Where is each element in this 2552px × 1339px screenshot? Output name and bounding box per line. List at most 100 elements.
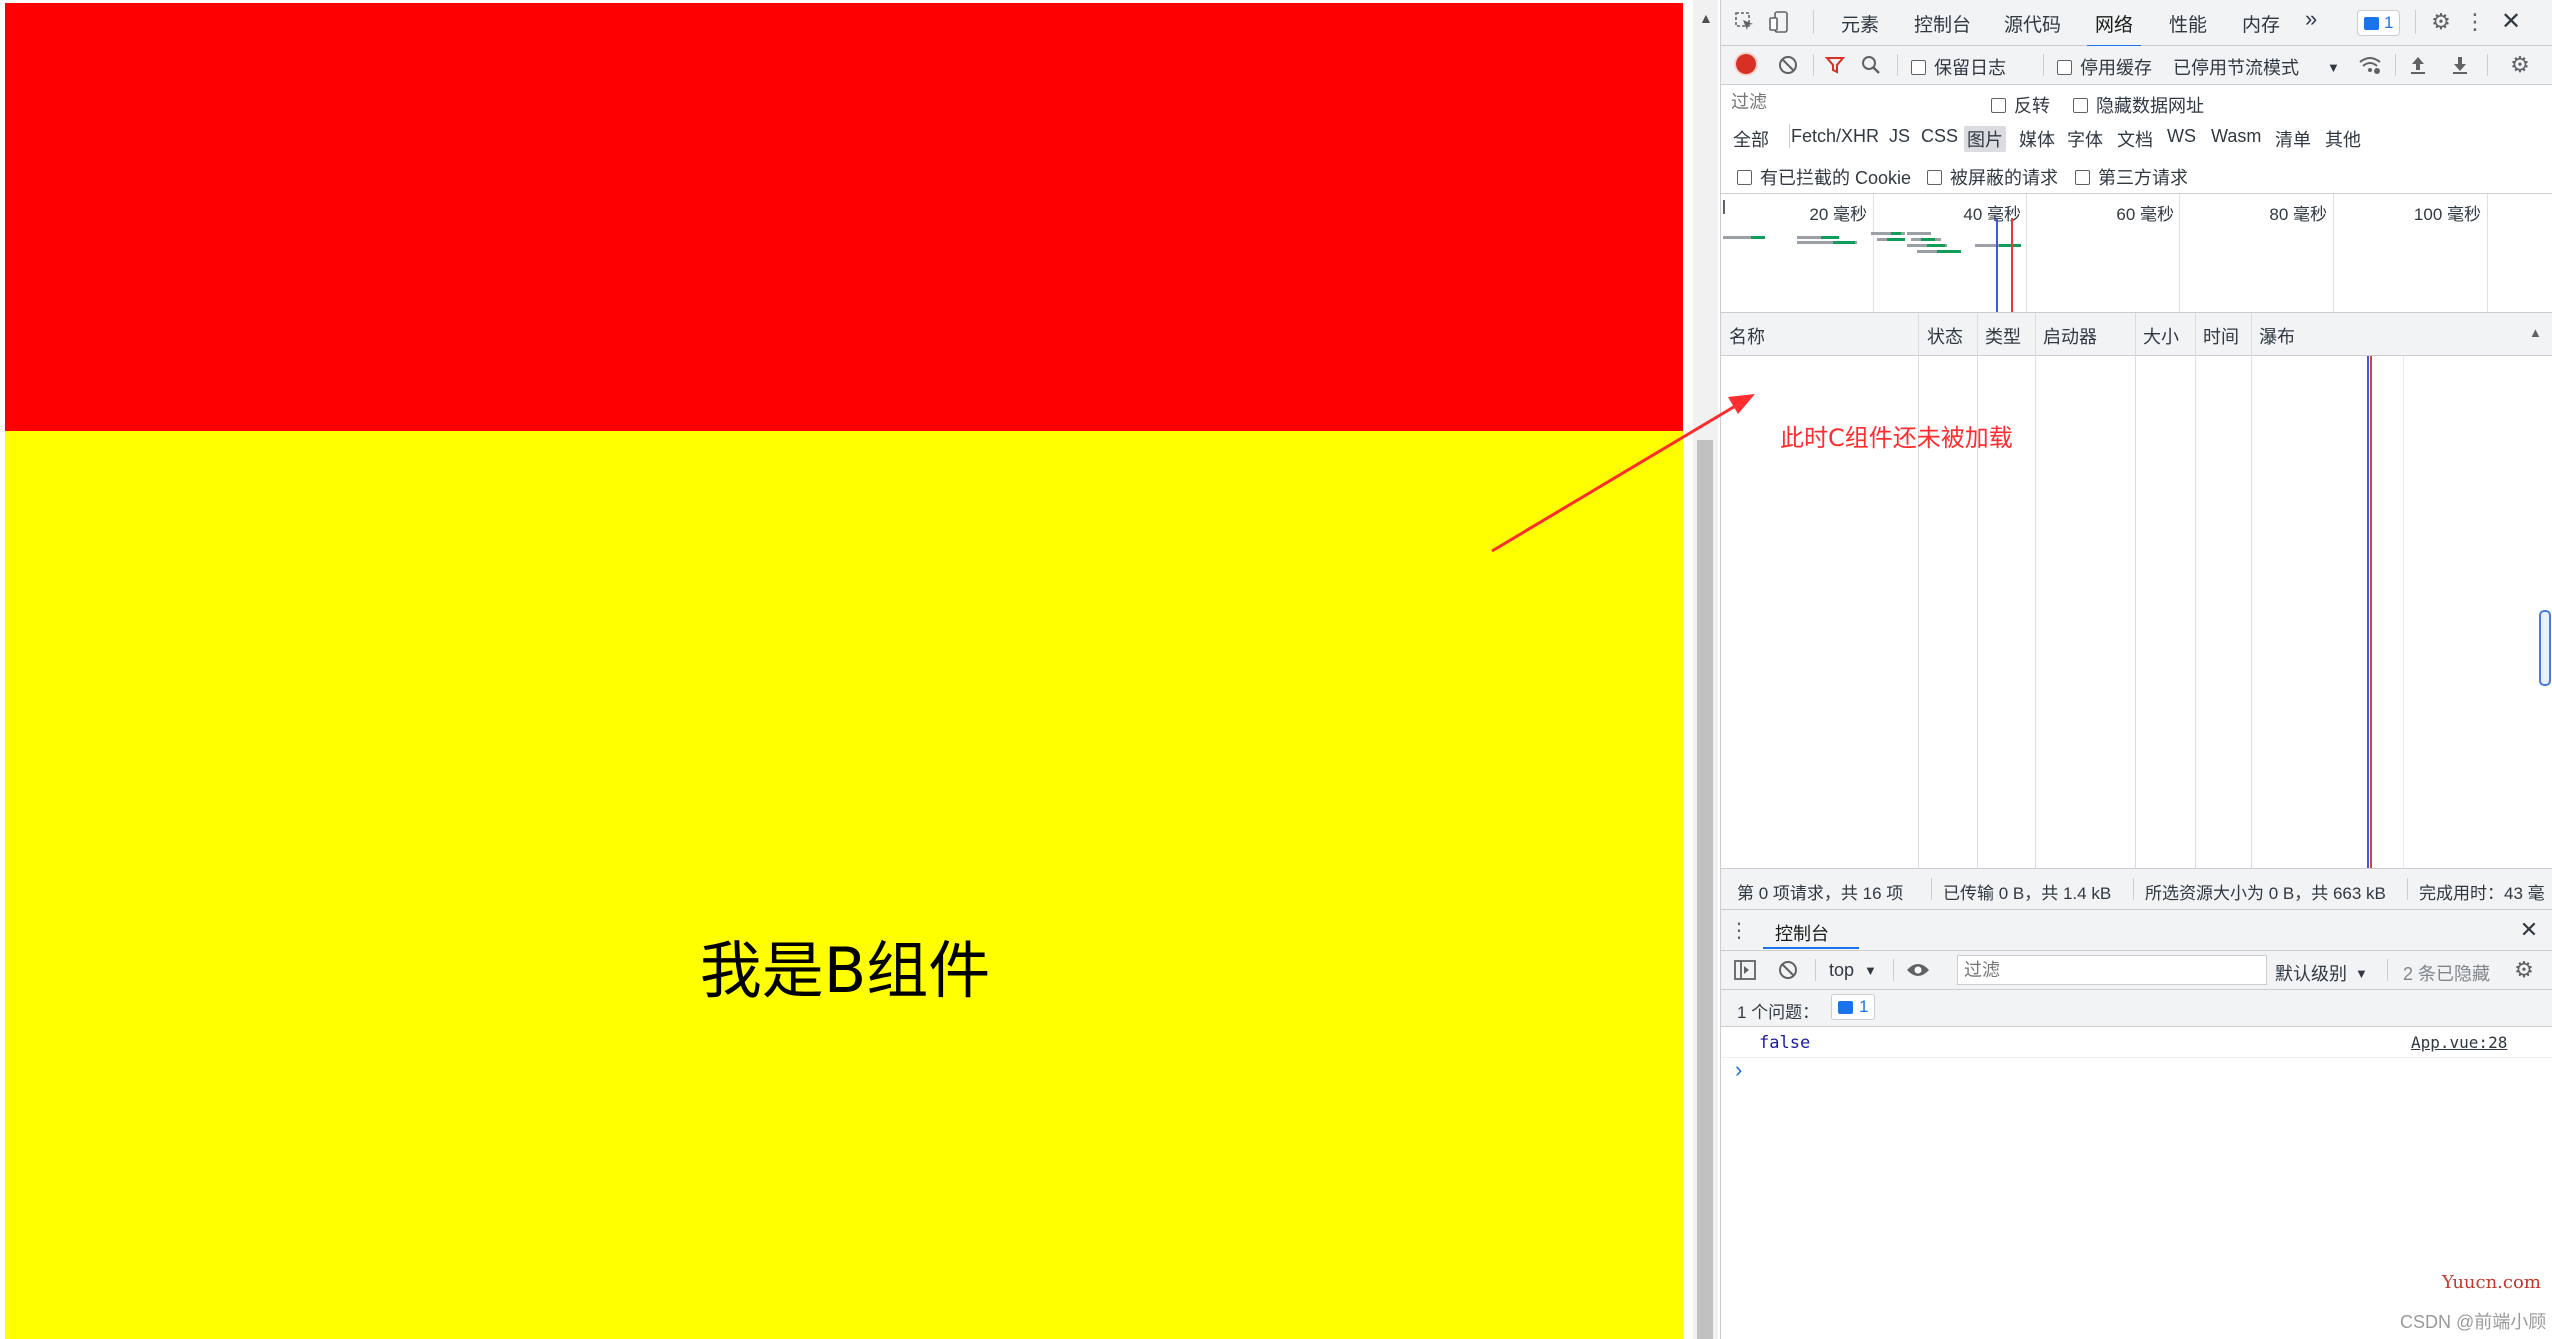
settings-gear-icon[interactable]: ⚙ — [2429, 9, 2453, 34]
console-prompt-chevron-icon[interactable]: › — [1735, 1057, 1742, 1083]
type-filter-manifest[interactable]: 清单 — [2275, 126, 2311, 152]
chevron-down-icon: ▼ — [2327, 59, 2340, 75]
console-log-value: false — [1759, 1033, 1811, 1053]
import-har-upload-icon[interactable] — [2407, 54, 2429, 76]
filter-funnel-icon[interactable] — [1823, 54, 1847, 76]
component-b-yellow-block — [5, 431, 1683, 1339]
tab-console[interactable]: 控制台 — [1914, 10, 1971, 37]
issue-message-icon — [1838, 1000, 1853, 1014]
log-level-label: 默认级别 — [2275, 964, 2347, 984]
more-tabs-icon[interactable]: » — [2305, 6, 2317, 32]
overview-request-bars — [1723, 200, 2021, 312]
log-level-select[interactable]: 默认级别 ▼ — [2275, 960, 2368, 986]
network-settings-gear-icon[interactable]: ⚙ — [2507, 52, 2533, 78]
tab-sources[interactable]: 源代码 — [2004, 10, 2061, 37]
issues-label: 1 个问题： — [1737, 1003, 1820, 1022]
issues-counter-button[interactable]: 1 — [2357, 10, 2401, 36]
type-filter-other[interactable]: 其他 — [2325, 126, 2361, 152]
column-time[interactable]: 时间 — [2203, 323, 2239, 349]
network-table-header: 名称 状态 类型 启动器 大小 时间 瀑布 ▲ — [1721, 313, 2552, 356]
clear-console-icon[interactable] — [1777, 959, 1799, 981]
type-filter-js[interactable]: JS — [1889, 126, 1910, 147]
tab-memory[interactable]: 内存 — [2242, 10, 2280, 37]
inspect-element-icon[interactable] — [1733, 10, 1757, 34]
issues-link-button[interactable]: 1 — [1831, 994, 1876, 1020]
execution-context-select[interactable]: top ▼ — [1829, 960, 1877, 981]
page-scrollbar[interactable]: ▲ — [1693, 0, 1718, 1339]
column-initiator[interactable]: 启动器 — [2043, 323, 2097, 349]
disable-cache-label: 停用缓存 — [2080, 58, 2152, 78]
third-party-checkbox[interactable]: 第三方请求 — [2075, 164, 2188, 190]
execution-context-label: top — [1829, 960, 1855, 980]
blocked-cookies-checkbox[interactable]: 有已拦截的 Cookie — [1737, 164, 1911, 190]
clear-log-icon[interactable] — [1777, 54, 1799, 76]
issues-link-count: 1 — [1859, 997, 1869, 1016]
tab-elements[interactable]: 元素 — [1841, 10, 1879, 37]
column-size[interactable]: 大小 — [2143, 323, 2179, 349]
type-filter-img[interactable]: 图片 — [1964, 126, 2006, 152]
type-filter-all[interactable]: 全部 — [1733, 126, 1769, 152]
column-name[interactable]: 名称 — [1729, 323, 1765, 349]
hide-data-urls-label: 隐藏数据网址 — [2096, 96, 2204, 116]
column-type[interactable]: 类型 — [1985, 323, 2021, 349]
network-filter-input[interactable] — [1725, 88, 1983, 116]
sort-ascending-icon[interactable]: ▲ — [2529, 325, 2542, 340]
network-overview-timeline[interactable]: 20 毫秒 40 毫秒 60 毫秒 80 毫秒 100 毫秒 — [1721, 194, 2552, 313]
type-filter-doc[interactable]: 文档 — [2117, 126, 2153, 152]
request-count: 第 0 项请求，共 16 项 — [1737, 884, 1904, 903]
type-filter-css[interactable]: CSS — [1921, 126, 1958, 147]
hidden-messages-count: 2 条已隐藏 — [2403, 964, 2491, 984]
throttling-select[interactable]: 已停用节流模式 ▼ — [2173, 54, 2340, 80]
close-devtools-icon[interactable]: ✕ — [2499, 8, 2523, 35]
devtools-tab-bar: 元素 控制台 源代码 网络 性能 内存 » 1 ⚙ ⋮ ✕ — [1721, 0, 2552, 47]
drawer-menu-icon[interactable]: ⋮ — [1729, 918, 1749, 942]
drawer-tab-console[interactable]: 控制台 — [1775, 920, 1829, 946]
type-filter-media[interactable]: 媒体 — [2019, 126, 2055, 152]
search-icon[interactable] — [1859, 54, 1883, 76]
console-log-source-link[interactable]: App.vue:28 — [2411, 1033, 2507, 1052]
console-settings-gear-icon[interactable]: ⚙ — [2511, 957, 2537, 983]
console-messages[interactable]: false App.vue:28 › — [1721, 1027, 2552, 1339]
console-issues-bar: 1 个问题： 1 — [1721, 990, 2552, 1027]
type-filter-wasm[interactable]: Wasm — [2211, 126, 2261, 147]
device-toolbar-icon[interactable] — [1767, 10, 1791, 34]
scroll-up-icon[interactable]: ▲ — [1699, 10, 1713, 26]
page-scrollbar-thumb[interactable] — [1697, 440, 1713, 1339]
watermark-author: CSDN @前端小顾 — [2400, 1312, 2547, 1332]
resources-size: 所选资源大小为 0 B，共 663 kB — [2145, 884, 2386, 903]
disable-cache-checkbox[interactable]: 停用缓存 — [2057, 54, 2152, 80]
console-drawer-header: ⋮ 控制台 ✕ — [1721, 910, 2552, 951]
network-conditions-wifi-icon[interactable] — [2357, 54, 2383, 76]
chevron-down-icon: ▼ — [1864, 963, 1877, 978]
page-viewport: 我是B组件 — [0, 0, 1690, 1339]
third-party-label: 第三方请求 — [2098, 168, 2188, 188]
network-list-scrollbar[interactable] — [2539, 610, 2551, 686]
network-toolbar: 保留日志 停用缓存 已停用节流模式 ▼ ⚙ — [1721, 46, 2552, 85]
devtools-panel: 元素 控制台 源代码 网络 性能 内存 » 1 ⚙ ⋮ ✕ 保留日志 停用缓存 — [1720, 0, 2552, 1339]
live-expression-eye-icon[interactable] — [1905, 959, 1931, 981]
blocked-cookies-label: 有已拦截的 Cookie — [1760, 168, 1912, 188]
type-filter-font[interactable]: 字体 — [2067, 126, 2103, 152]
column-status[interactable]: 状态 — [1927, 323, 1963, 349]
dom-content-loaded-line — [2367, 356, 2369, 868]
type-filter-ws[interactable]: WS — [2167, 126, 2196, 147]
column-waterfall[interactable]: 瀑布 — [2259, 323, 2295, 349]
record-button-icon[interactable] — [1736, 54, 1756, 74]
console-sidebar-icon[interactable] — [1733, 959, 1757, 981]
more-options-icon[interactable]: ⋮ — [2464, 9, 2486, 34]
console-filter-input[interactable] — [1957, 955, 2267, 985]
tab-performance[interactable]: 性能 — [2169, 10, 2207, 37]
issues-badge-icon — [2364, 16, 2379, 30]
invert-checkbox[interactable]: 反转 — [1991, 92, 2050, 118]
preserve-log-label: 保留日志 — [1934, 58, 2006, 78]
hide-data-urls-checkbox[interactable]: 隐藏数据网址 — [2073, 92, 2204, 118]
tab-network[interactable]: 网络 — [2086, 10, 2142, 47]
blocked-requests-checkbox[interactable]: 被屏蔽的请求 — [1927, 164, 2058, 190]
type-filter-fetch-xhr[interactable]: Fetch/XHR — [1791, 126, 1879, 147]
close-drawer-icon[interactable]: ✕ — [2517, 917, 2541, 942]
annotation-note: 此时C组件还未被加载 — [1780, 424, 2013, 452]
export-har-download-icon[interactable] — [2449, 54, 2471, 76]
network-filter-row: 反转 隐藏数据网址 — [1721, 85, 2552, 121]
network-status-bar: 第 0 项请求，共 16 项 已传输 0 B，共 1.4 kB 所选资源大小为 … — [1721, 868, 2552, 910]
preserve-log-checkbox[interactable]: 保留日志 — [1911, 54, 2006, 80]
